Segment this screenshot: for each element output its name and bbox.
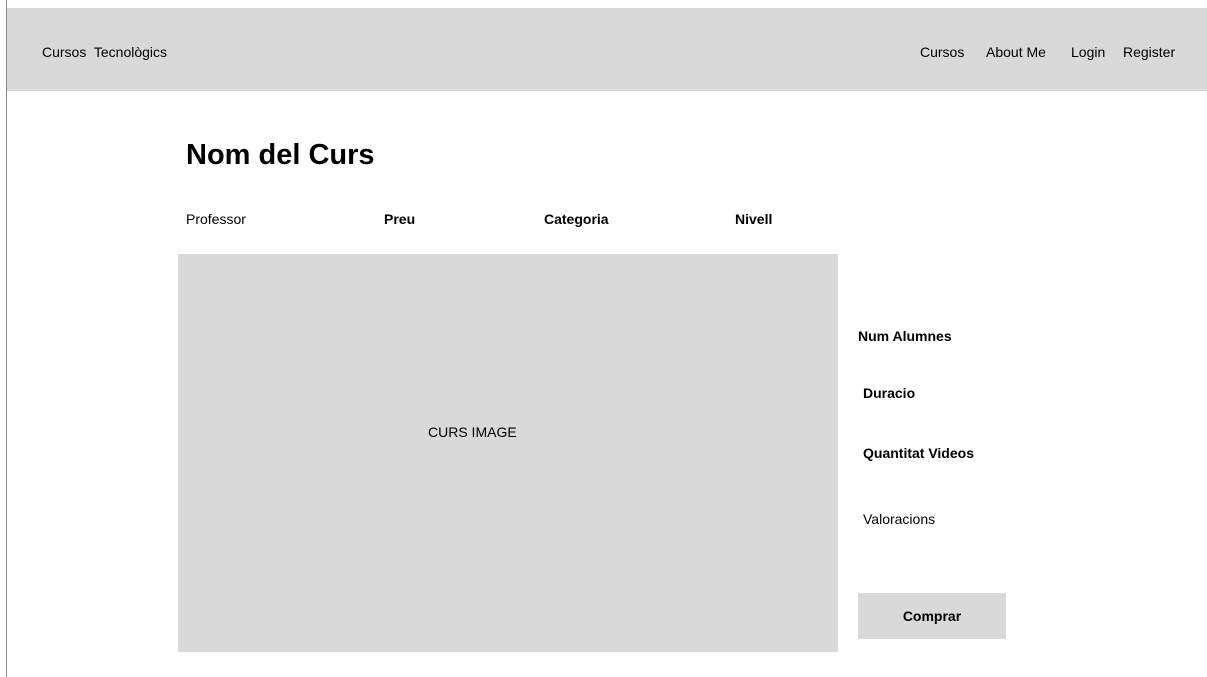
course-title: Nom del Curs [186, 139, 375, 171]
stat-valoracions: Valoracions [863, 511, 936, 527]
stat-duracio: Duracio [863, 385, 916, 401]
nav-link-login[interactable]: Login [1071, 44, 1105, 60]
nav-link-cursos[interactable]: Cursos [920, 44, 964, 60]
course-professor: Professor [186, 211, 246, 227]
stat-num-alumnes: Num Alumnes [858, 328, 952, 344]
nav-link-about-me[interactable]: About Me [986, 44, 1046, 60]
course-image-placeholder: CURS IMAGE [178, 254, 838, 652]
site-brand[interactable]: Cursos Tecnològics [42, 44, 167, 60]
course-level: Nivell [735, 211, 773, 227]
stat-quantitat-videos: Quantitat Videos [863, 445, 974, 461]
comprar-button[interactable]: Comprar [858, 593, 1006, 639]
course-price: Preu [384, 211, 416, 227]
course-image-label: CURS IMAGE [428, 424, 517, 440]
page: Cursos Tecnològics Cursos About Me Login… [0, 0, 1207, 677]
left-border [6, 0, 7, 677]
nav-link-register[interactable]: Register [1123, 44, 1175, 60]
header-bar: Cursos Tecnològics Cursos About Me Login… [7, 8, 1207, 91]
course-category: Categoria [544, 211, 609, 227]
